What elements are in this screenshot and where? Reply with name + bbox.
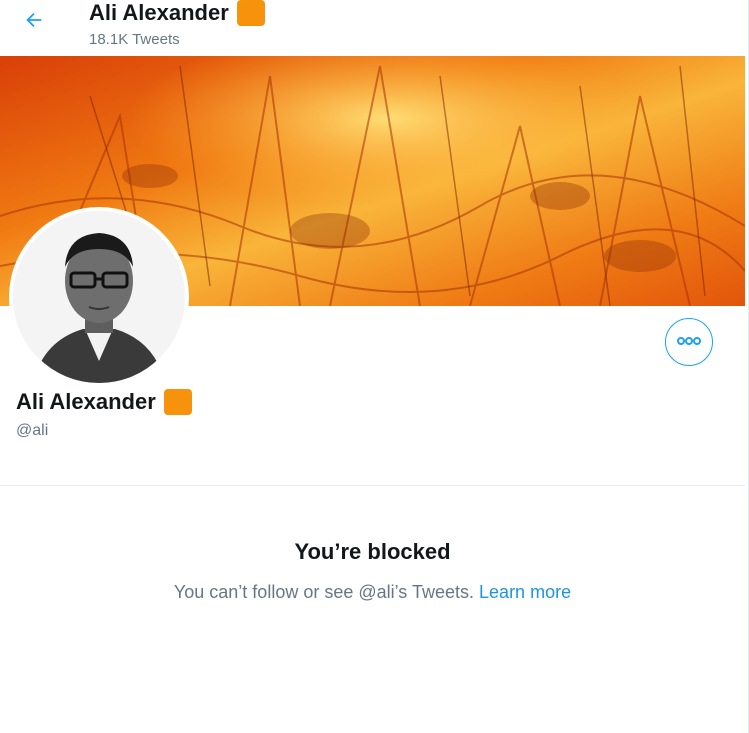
badge-icon xyxy=(163,389,192,415)
back-button[interactable] xyxy=(14,4,54,40)
profile-page: Ali Alexander 18.1K Tweets Ali Alexander… xyxy=(0,0,749,733)
badge-icon xyxy=(236,0,265,26)
arrow-left-icon xyxy=(23,9,45,36)
profile-handle: @ali xyxy=(16,422,49,439)
avatar-photo xyxy=(13,211,185,383)
profile-display-name: Ali Alexander xyxy=(16,389,156,414)
profile-name: Ali Alexander xyxy=(16,388,192,416)
learn-more-link[interactable]: Learn more xyxy=(479,582,571,602)
profile-header: Ali Alexander 18.1K Tweets xyxy=(0,0,745,56)
blocked-title: You’re blocked xyxy=(294,539,451,564)
tweet-count: 18.1K Tweets xyxy=(89,31,180,48)
profile-avatar[interactable] xyxy=(9,207,189,387)
section-divider xyxy=(0,485,745,486)
blocked-message-text: You can’t follow or see @ali’s Tweets. xyxy=(173,582,475,602)
header-name: Ali Alexander xyxy=(89,0,229,25)
more-horizontal-icon xyxy=(676,333,702,351)
more-options-button[interactable] xyxy=(665,318,713,366)
header-title: Ali Alexander xyxy=(89,0,265,26)
blocked-message: You can’t follow or see @ali’s Tweets. L… xyxy=(0,580,745,604)
